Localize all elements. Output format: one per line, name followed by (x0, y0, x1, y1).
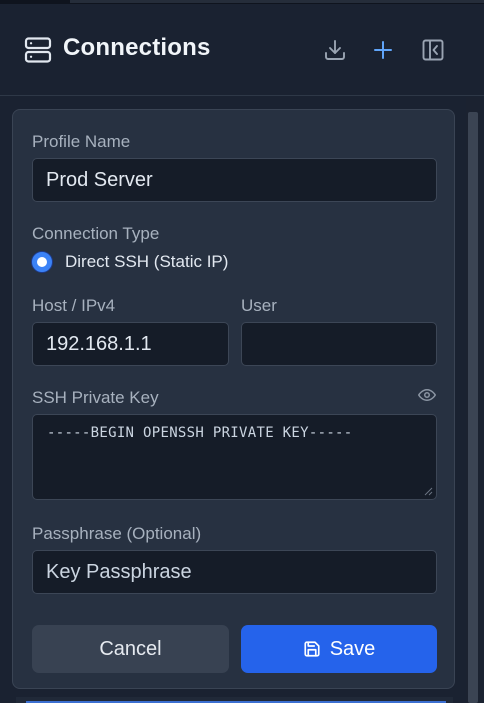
radio-button-selected[interactable] (32, 252, 52, 272)
connection-form-card: Profile Name Prod Server Connection Type… (12, 109, 455, 689)
plus-icon[interactable] (371, 38, 395, 62)
ssh-key-value: -----BEGIN OPENSSH PRIVATE KEY----- (47, 425, 353, 441)
user-input[interactable] (241, 322, 437, 366)
passphrase-label: Passphrase (Optional) (32, 524, 202, 543)
host-label: Host / IPv4 (32, 296, 116, 315)
page-title: Connections (63, 34, 211, 61)
eye-icon[interactable] (418, 388, 436, 402)
scrollbar-thumb[interactable] (468, 112, 478, 703)
download-icon[interactable] (323, 38, 347, 62)
user-label: User (241, 296, 277, 315)
connection-type-option-label: Direct SSH (Static IP) (65, 252, 229, 271)
save-button-label: Save (329, 637, 376, 660)
profile-name-label: Profile Name (32, 132, 131, 151)
connection-type-label: Connection Type (32, 224, 160, 243)
ssh-key-textarea[interactable]: -----BEGIN OPENSSH PRIVATE KEY----- (32, 414, 437, 500)
save-icon (304, 641, 320, 657)
ssh-key-label: SSH Private Key (32, 388, 159, 407)
cancel-button[interactable]: Cancel (32, 625, 229, 673)
connection-type-option[interactable]: Direct SSH (Static IP) (32, 252, 228, 272)
server-icon (24, 37, 52, 63)
passphrase-input[interactable]: Key Passphrase (32, 550, 437, 594)
form-scroll-area: Profile Name Prod Server Connection Type… (0, 97, 484, 703)
top-strip-segment (70, 0, 484, 3)
vertical-scrollbar[interactable] (466, 97, 480, 703)
bottom-edge (16, 697, 453, 703)
host-input[interactable]: 192.168.1.1 (32, 322, 229, 366)
cancel-button-label: Cancel (99, 637, 162, 660)
save-button[interactable]: Save (241, 625, 437, 673)
panel-header: Connections (0, 4, 484, 96)
profile-name-input[interactable]: Prod Server (32, 158, 437, 202)
collapse-sidebar-icon[interactable] (421, 38, 445, 62)
resize-grip-icon[interactable] (424, 487, 433, 496)
